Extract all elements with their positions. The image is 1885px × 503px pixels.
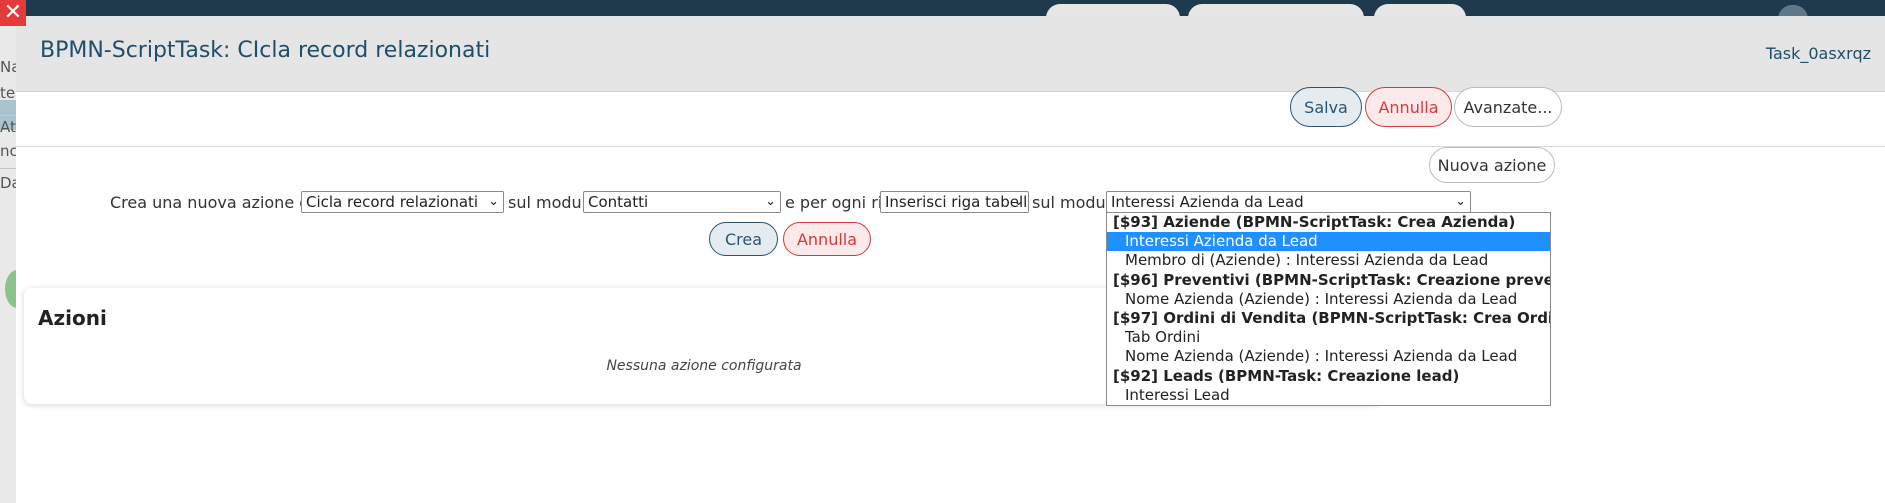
chevron-down-icon: ⌄ [488, 194, 499, 209]
create-button[interactable]: Crea [709, 222, 778, 256]
save-button[interactable]: Salva [1290, 87, 1362, 127]
dropdown-option[interactable]: Interessi Lead [1107, 386, 1550, 405]
chevron-down-icon: ⌄ [1013, 194, 1024, 209]
modal-title: BPMN-ScriptTask: CIcla record relazionat… [40, 38, 491, 63]
background-text: nc [0, 142, 16, 160]
script-task-modal: BPMN-ScriptTask: CIcla record relazionat… [16, 16, 1885, 503]
cancel-button[interactable]: Annulla [1365, 87, 1452, 127]
background-text: te [0, 84, 16, 102]
module-value: Contatti [588, 193, 649, 211]
dropdown-option[interactable]: Tab Ordini [1107, 328, 1550, 347]
module-select[interactable]: Contatti ⌄ [583, 191, 781, 213]
row-action-select[interactable]: Inserisci riga tabella ⌄ [880, 191, 1029, 213]
dropdown-group: [$96] Preventivi (BPMN-ScriptTask: Creaz… [1113, 270, 1551, 289]
background-button [5, 270, 16, 308]
background-text: Da [0, 174, 16, 192]
background-text: Na [0, 58, 16, 76]
close-icon[interactable]: ✕ [0, 0, 26, 26]
target-module-select[interactable]: Interessi Azienda da Lead ⌄ [1106, 191, 1471, 213]
actions-title: Azioni [38, 306, 107, 330]
dropdown-group: [$97] Ordini di Vendita (BPMN-ScriptTask… [1113, 308, 1550, 327]
action-type-value: Cicla record relazionati [306, 193, 479, 211]
modal-header: BPMN-ScriptTask: CIcla record relazionat… [16, 16, 1885, 92]
chevron-down-icon: ⌄ [1455, 194, 1466, 209]
new-action-button[interactable]: Nuova azione [1429, 147, 1555, 183]
dropdown-group: [$93] Aziende (BPMN-ScriptTask: Crea Azi… [1113, 213, 1516, 231]
dropdown-group: [$92] Leads (BPMN-Task: Creazione lead) [1113, 366, 1460, 385]
background-text: At [0, 118, 16, 136]
header-divider [16, 146, 1885, 147]
chevron-down-icon: ⌄ [765, 194, 776, 209]
target-module-value: Interessi Azienda da Lead [1111, 193, 1304, 211]
row-action-value: Inserisci riga tabella [885, 193, 1029, 211]
advanced-button[interactable]: Avanzate... [1454, 87, 1562, 127]
action-type-select[interactable]: Cicla record relazionati ⌄ [301, 191, 504, 213]
dropdown-option[interactable]: Nome Azienda (Aziende) : Interessi Azien… [1107, 290, 1550, 309]
task-id: Task_0asxrqz [1765, 44, 1871, 63]
dropdown-option[interactable]: Nome Azienda (Aziende) : Interessi Azien… [1107, 347, 1550, 366]
create-cancel-button[interactable]: Annulla [783, 222, 871, 256]
dropdown-option-selected[interactable]: Interessi Azienda da Lead [1107, 232, 1550, 252]
dropdown-option[interactable]: Membro di (Aziende) : Interessi Azienda … [1107, 251, 1550, 270]
background-left-panel: Na te At nc Da [0, 18, 16, 503]
target-module-dropdown[interactable]: [$93] Aziende (BPMN-ScriptTask: Crea Azi… [1106, 212, 1551, 406]
